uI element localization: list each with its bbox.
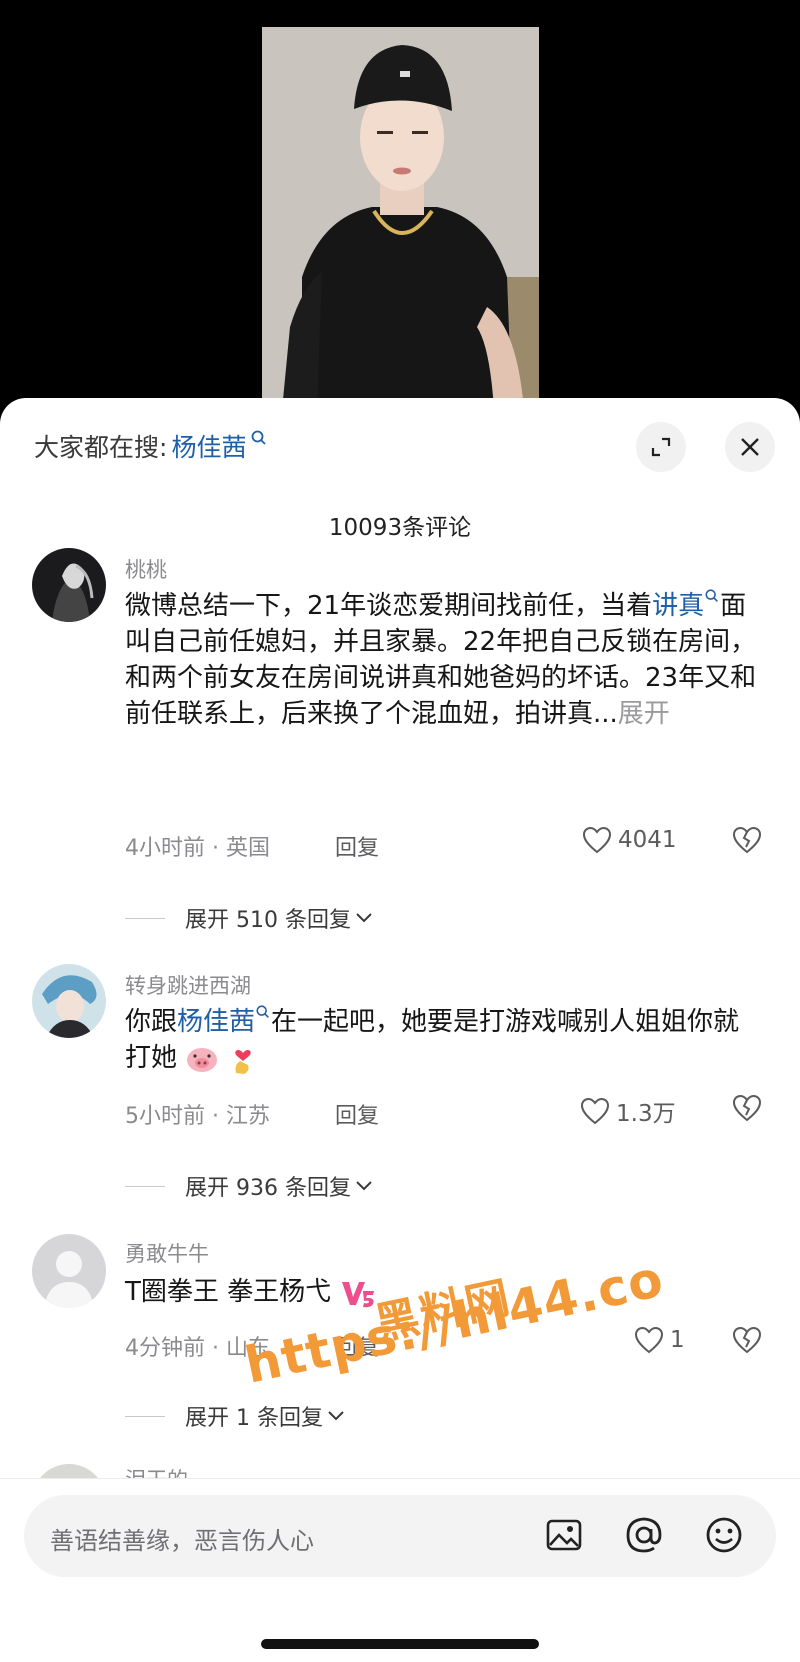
comment-username[interactable]: 桃桃 [125,554,167,584]
like-count: 4041 [618,827,677,853]
expand-replies-label: 展开 1 条回复 [185,1406,323,1431]
reply-button[interactable]: 回复 [335,1098,379,1130]
search-icon [252,430,267,445]
avatar[interactable] [32,548,106,622]
dislike-button[interactable] [732,826,762,858]
broken-heart-icon [732,826,762,854]
broken-heart-icon [732,1326,762,1354]
chevron-down-icon [356,913,372,923]
divider [125,1185,165,1187]
expand-icon [651,437,671,457]
heart-icon [582,826,612,854]
expand-replies-button[interactable]: 展开 510 条回复 [125,902,373,934]
expand-text-button[interactable]: 展开 [618,699,670,729]
emoji-icon[interactable] [704,1515,744,1555]
comment-text-segment: T圈拳王 拳王杨弋 [125,1277,332,1307]
heart-icon [580,1097,610,1125]
comment-input-bar: 善语结善缘，恶言伤人心 [0,1478,800,1662]
comment-text-segment: 微博总结一下，21年谈恋爱期间找前任，当着 [125,591,653,621]
chevron-down-icon [356,1181,372,1191]
expand-replies-label: 展开 936 条回复 [185,1176,351,1201]
comment-meta: 4小时前 · 英国 [125,836,270,861]
expand-replies-button[interactable]: 展开 1 条回复 [125,1400,345,1432]
comment-input[interactable]: 善语结善缘，恶言伤人心 [24,1495,776,1577]
broken-heart-icon [732,1094,762,1122]
comment-meta: 5小时前 · 江苏 [125,1104,270,1129]
chevron-down-icon [328,1411,344,1421]
like-count: 1.3万 [616,1101,676,1127]
search-icon [705,589,719,602]
image-icon[interactable] [544,1515,584,1555]
expand-replies-button[interactable]: 展开 936 条回复 [125,1170,373,1202]
reply-button[interactable]: 回复 [335,830,379,862]
mention-icon[interactable] [624,1515,664,1555]
comment-sheet: 大家都在搜: 杨佳茜 10093条评论 桃桃 微博总结一下，21年谈恋爱期间找前… [0,398,800,1662]
fullscreen-button[interactable] [636,422,686,472]
comment-text: 微博总结一下，21年谈恋爱期间找前任，当着讲真 面叫自己前任媳妇，并且家暴。22年… [125,588,765,732]
comment-link[interactable]: 讲真 [652,591,704,621]
trending-search-term[interactable]: 杨佳茜 [171,428,246,464]
pig-emoji-icon [187,1047,218,1072]
search-icon [256,1005,269,1018]
video-thumbnail [262,27,539,410]
comment-username[interactable]: 转身跳进西湖 [125,970,251,1000]
home-indicator[interactable] [261,1639,539,1649]
video-player[interactable] [0,0,800,410]
trending-search-prefix: 大家都在搜: [34,433,168,462]
comment-username[interactable]: 勇敢牛牛 [125,1238,209,1268]
divider [125,1415,165,1417]
finger-heart-emoji-icon [234,1049,251,1074]
dislike-button[interactable] [732,1094,762,1126]
divider [125,917,165,919]
comment-input-placeholder: 善语结善缘，恶言伤人心 [50,1527,314,1555]
avatar[interactable] [32,964,106,1038]
close-icon [741,438,759,456]
trending-search[interactable]: 大家都在搜: 杨佳茜 [34,428,268,464]
comment-link[interactable]: 杨佳茜 [177,1007,255,1037]
comment-text-segment: 你跟 [125,1007,178,1037]
like-count: 1 [670,1327,685,1353]
comment-text: 你跟杨佳茜 在一起吧，她要是打游戏喊别人姐姐你就打她 [125,1004,765,1076]
like-button[interactable]: 1.3万 [580,1094,676,1128]
like-button[interactable]: 4041 [582,826,677,854]
heart-icon [634,1326,664,1354]
like-button[interactable]: 1 [634,1326,685,1354]
dislike-button[interactable] [732,1326,762,1358]
close-button[interactable] [725,422,775,472]
expand-replies-label: 展开 510 条回复 [185,908,351,933]
avatar[interactable] [32,1234,106,1308]
comment-count-title: 10093条评论 [328,515,472,541]
